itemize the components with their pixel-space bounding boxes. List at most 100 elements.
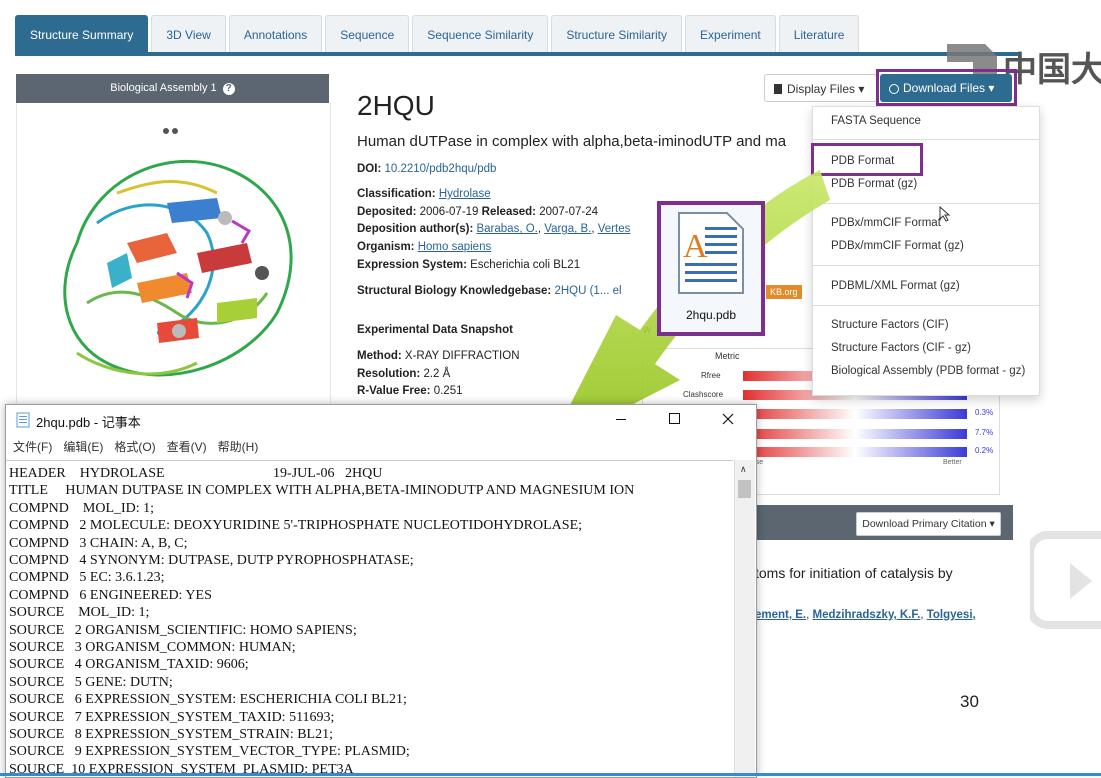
menu-item-pdbml[interactable]: PDBML/XML Format (gz) [831, 280, 960, 292]
tab-literature[interactable]: Literature [778, 15, 860, 53]
menu-edit[interactable]: 编辑(E) [63, 435, 103, 459]
doi-label: DOI: [357, 163, 382, 175]
help-icon[interactable]: ? [222, 83, 235, 95]
citation-author-link[interactable]: Tolgyesi, [927, 609, 976, 621]
menu-item-pdb-format-gz[interactable]: PDB Format (gz) [831, 178, 917, 190]
notepad-line: TITLE HUMAN DUTPASE IN COMPLEX WITH ALPH… [9, 483, 635, 499]
sbkb-suffix: el [612, 285, 622, 297]
file-icon-label: 2hqu.pdb [685, 308, 737, 322]
classification-row: Classification: Hydrolase [357, 188, 491, 200]
menu-format[interactable]: 格式(O) [114, 435, 155, 459]
menu-divider [813, 265, 1039, 266]
organism-label: Organism: [357, 241, 415, 253]
maximize-icon[interactable] [669, 413, 680, 424]
menu-item-mmcif[interactable]: PDBx/mmCIF Format [831, 217, 941, 229]
mouse-cursor-icon [939, 206, 951, 222]
tab-sequence-similarity[interactable]: Sequence Similarity [412, 15, 549, 53]
tab-experiment[interactable]: Experiment [685, 15, 776, 53]
menu-item-fasta[interactable]: FASTA Sequence [831, 115, 921, 127]
download-button-highlight [876, 69, 1017, 106]
tab-annotations[interactable]: Annotations [228, 15, 323, 53]
notepad-line: COMPND MOL_ID: 1; [9, 500, 155, 516]
page-number: 30 [960, 692, 979, 711]
assembly-label: Biological Assembly 1 [110, 82, 217, 94]
authors-label: Deposition author(s): [357, 223, 474, 235]
tab-structure-similarity[interactable]: Structure Similarity [551, 15, 683, 53]
caret-down-icon: ▾ [989, 518, 995, 530]
watermark-text: 中国大 [1003, 51, 1101, 89]
play-watermark [1026, 525, 1101, 635]
notepad-line: COMPND 5 EC: 3.6.1.23; [9, 570, 165, 586]
menu-file[interactable]: 文件(F) [13, 435, 52, 459]
metric-bar [743, 409, 967, 419]
author-link[interactable]: Barabas, O. [476, 223, 537, 235]
method-label: Method: [357, 350, 402, 362]
download-citation-label: Download Primary Citation [862, 518, 987, 530]
citation-author-link[interactable]: Medzihradszky, K.F. [813, 609, 921, 621]
citation-authors: ement, E., Medzihradszky, K.F., Tolgyesi… [755, 609, 976, 621]
tab-sequence[interactable]: Sequence [325, 15, 410, 53]
notepad-line: COMPND 3 CHAIN: A, B, C; [9, 535, 188, 551]
method-value: X-RAY DIFFRACTION [404, 350, 520, 362]
menu-help[interactable]: 帮助(H) [218, 435, 259, 459]
tab-3d-view[interactable]: 3D View [151, 15, 226, 53]
organism-row: Organism: Homo sapiens [357, 241, 491, 253]
organism-link[interactable]: Homo sapiens [418, 241, 492, 253]
citation-author-link[interactable]: ement, E. [755, 609, 806, 621]
notepad-line: SOURCE 2 ORGANISM_SCIENTIFIC: HOMO SAPIE… [9, 622, 357, 638]
snapshot-heading-right: w [643, 324, 652, 336]
menu-view[interactable]: 查看(V) [167, 435, 207, 459]
notepad-line: SOURCE 3 ORGANISM_COMMON: HUMAN; [9, 640, 296, 655]
rfree-row: R-Value Free: 0.251 [357, 385, 462, 397]
structure-viewer[interactable] [16, 103, 331, 403]
notepad-line: SOURCE 8 EXPRESSION_SYSTEM_STRAIN: BL21; [9, 727, 333, 742]
minimize-icon[interactable] [616, 419, 626, 420]
document-icon: A [678, 212, 744, 294]
menu-divider [813, 139, 1039, 140]
menu-item-structure-factors-gz[interactable]: Structure Factors (CIF - gz) [831, 342, 971, 354]
svg-text:A: A [683, 228, 708, 265]
classification-link[interactable]: Hydrolase [439, 188, 491, 200]
notepad-line: SOURCE 6 EXPRESSION_SYSTEM: ESCHERICHIA … [9, 692, 407, 708]
menu-item-biological-assembly[interactable]: Biological Assembly (PDB format - gz) [831, 365, 1025, 377]
notepad-menubar: 文件(F) 编辑(E) 格式(O) 查看(V) 帮助(H) [6, 435, 756, 459]
tab-structure-summary[interactable]: Structure Summary [15, 15, 149, 53]
rfree-value: 0.251 [433, 385, 463, 397]
notepad-line: SOURCE MOL_ID: 1; [9, 605, 150, 621]
released-date: 2007-07-24 [539, 206, 599, 218]
vertical-scrollbar[interactable]: ∧ [734, 460, 755, 777]
deposited-label: Deposited: [357, 206, 417, 218]
menu-item-mmcif-gz[interactable]: PDBx/mmCIF Format (gz) [831, 240, 964, 252]
scale-better: Better [943, 459, 962, 466]
file-icon [774, 84, 782, 94]
menu-item-structure-factors[interactable]: Structure Factors (CIF) [831, 319, 949, 331]
rfree-label: R-Value Free: [357, 385, 431, 397]
notepad-line: SOURCE 7 EXPRESSION_SYSTEM_TAXID: 511693… [9, 709, 335, 725]
tab-bar: Structure Summary 3D View Annotations Se… [15, 15, 860, 53]
sbkb-link[interactable]: 2HQU (1... [554, 285, 609, 297]
notepad-window: 2hqu.pdb - 记事本 文件(F) 编辑(E) 格式(O) 查看(V) 帮助(H)… [5, 404, 757, 778]
download-citation-button[interactable]: Download Primary Citation ▾ [856, 512, 1001, 536]
caret-down-icon: ▾ [858, 82, 865, 96]
metric-bar [743, 447, 967, 457]
doi-link[interactable]: 10.2210/pdb2hqu/pdb [384, 163, 496, 175]
doi-row: DOI: 10.2210/pdb2hqu/pdb [357, 163, 496, 175]
play-icon [1026, 531, 1101, 629]
notepad-text-area[interactable]: HEADER HYDROLASE 19-JUL-06 2HQU TITLE HUM… [6, 460, 733, 778]
notepad-line: SOURCE 4 ORGANISM_TAXID: 9606; [9, 657, 249, 673]
author-link[interactable]: Vertes [598, 223, 631, 235]
resolution-value: 2.2 Å [423, 368, 451, 380]
scroll-thumb[interactable] [738, 480, 751, 498]
expression-value: Escherichia coli BL21 [470, 259, 581, 271]
metric-rfree-label: Rfree [701, 371, 721, 380]
sbkb-badge[interactable]: KB.org [766, 285, 802, 299]
notepad-line: COMPND 2 MOLECULE: DEOXYURIDINE 5'-TRIPH… [9, 518, 583, 534]
scroll-up-icon[interactable]: ∧ [740, 464, 747, 475]
display-files-button[interactable]: Display Files ▾ [764, 74, 877, 102]
percent-label: 7.7% [975, 428, 994, 437]
notepad-title: 2hqu.pdb - 记事本 [36, 415, 141, 430]
author-link[interactable]: Varga, B. [544, 223, 591, 235]
metric-bar [743, 429, 967, 439]
close-icon[interactable] [722, 413, 734, 425]
pdb-file-icon[interactable]: A 2hqu.pdb [657, 201, 765, 336]
